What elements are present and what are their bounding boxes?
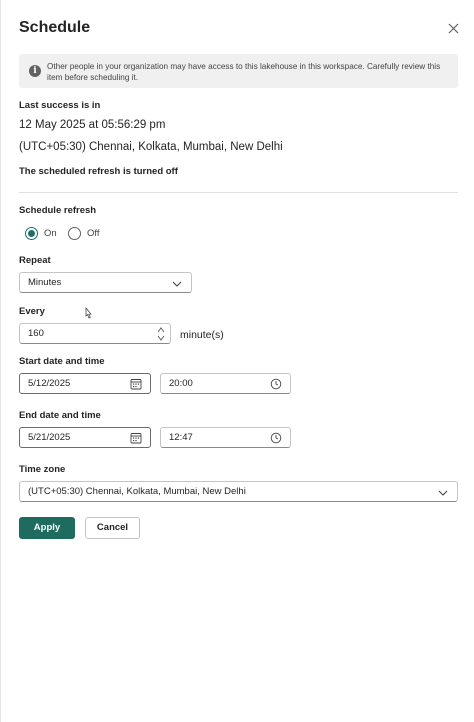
radio-off-label: Off (87, 227, 100, 239)
cancel-button[interactable]: Cancel (85, 517, 140, 539)
every-unit: minute(s) (180, 329, 224, 341)
calendar-icon[interactable] (130, 378, 142, 390)
apply-button[interactable]: Apply (19, 517, 75, 539)
chevron-down-icon (172, 281, 182, 287)
end-date-input[interactable]: 5/21/2025 (19, 427, 151, 448)
close-icon[interactable] (445, 20, 463, 38)
repeat-value: Minutes (28, 277, 62, 288)
dialog-title: Schedule (19, 19, 91, 36)
radio-on-label: On (44, 227, 57, 239)
chevron-down-icon (438, 490, 448, 496)
every-value: 160 (28, 328, 44, 339)
repeat-dropdown[interactable]: Minutes (19, 272, 192, 293)
info-banner: i Other people in your organization may … (19, 54, 458, 88)
radio-on[interactable]: On (25, 226, 57, 240)
radio-on-indicator[interactable] (25, 226, 38, 240)
start-date-input[interactable]: 5/12/2025 (19, 373, 151, 394)
calendar-icon[interactable] (130, 432, 142, 444)
refresh-status: The scheduled refresh is turned off (19, 166, 178, 177)
stepper-icon[interactable] (156, 325, 166, 343)
end-time-value: 12:47 (169, 432, 193, 443)
last-success-label: Last success is in (19, 100, 101, 111)
info-icon: i (29, 65, 41, 77)
end-time-input[interactable]: 12:47 (160, 427, 291, 448)
last-success-timezone: (UTC+05:30) Chennai, Kolkata, Mumbai, Ne… (19, 141, 283, 153)
repeat-label: Repeat (19, 255, 51, 266)
section-divider (19, 192, 458, 193)
start-time-input[interactable]: 20:00 (160, 373, 291, 394)
every-label: Every (19, 306, 45, 317)
mouse-cursor-icon (85, 307, 92, 319)
radio-off-indicator[interactable] (68, 226, 81, 240)
timezone-value: (UTC+05:30) Chennai, Kolkata, Mumbai, Ne… (28, 486, 246, 497)
last-success-datetime: 12 May 2025 at 05:56:29 pm (19, 119, 166, 131)
banner-message: Other people in your organization may ha… (47, 62, 441, 82)
start-date-value: 5/12/2025 (28, 378, 71, 389)
clock-icon[interactable] (270, 432, 282, 444)
schedule-panel: Schedule i Other people in your organiza… (0, 0, 474, 722)
every-input[interactable]: 160 (19, 323, 171, 344)
end-date-value: 5/21/2025 (28, 432, 71, 443)
end-label: End date and time (19, 410, 101, 421)
start-label: Start date and time (19, 356, 105, 367)
timezone-label: Time zone (19, 464, 66, 475)
clock-icon[interactable] (270, 378, 282, 390)
schedule-refresh-label: Schedule refresh (19, 205, 97, 216)
radio-off[interactable]: Off (68, 226, 100, 240)
timezone-dropdown[interactable]: (UTC+05:30) Chennai, Kolkata, Mumbai, Ne… (19, 481, 458, 502)
start-time-value: 20:00 (169, 378, 193, 389)
